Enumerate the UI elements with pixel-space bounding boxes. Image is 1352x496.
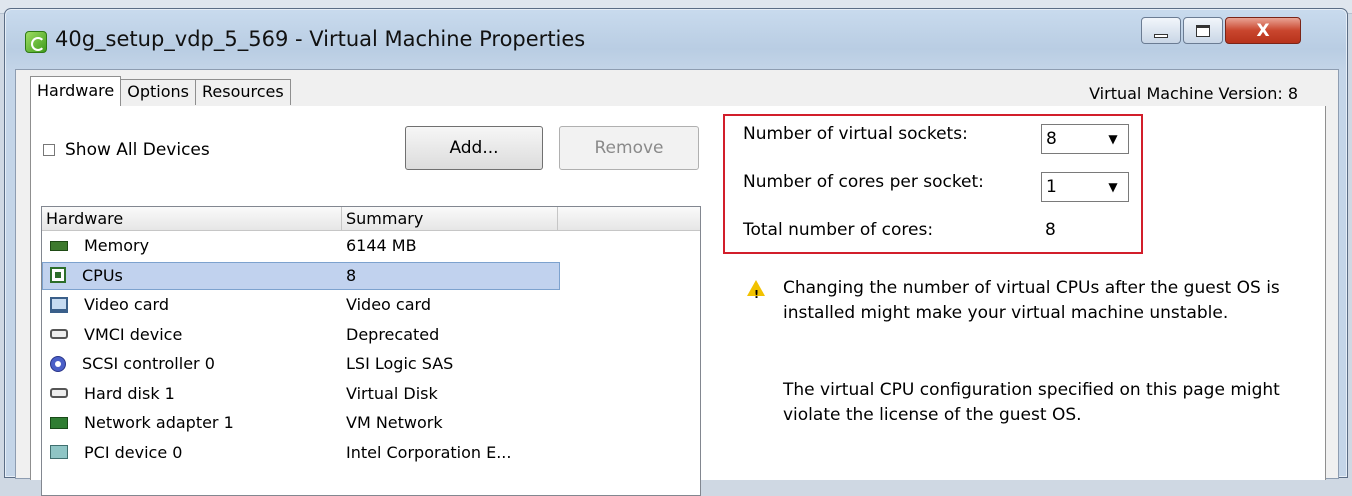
dropdown-arrow-icon[interactable]: ▼ (1100, 127, 1126, 151)
dialog-client: Hardware Options Resources Virtual Machi… (15, 69, 1339, 496)
hard-disk-icon (50, 388, 68, 399)
title-bar[interactable]: 40g_setup_vdp_5_569 - Virtual Machine Pr… (5, 9, 1347, 69)
hardware-name: CPUs (82, 265, 123, 285)
vmci-device-icon (50, 329, 68, 340)
hardware-row-memory[interactable]: Memory 6144 MB (42, 231, 700, 261)
license-note: The virtual CPU configuration specified … (783, 380, 1280, 425)
checkbox-box[interactable] (43, 144, 55, 156)
hardware-summary: 6144 MB (346, 236, 417, 256)
virtual-sockets-label: Number of virtual sockets: (743, 124, 968, 144)
hardware-tab-page: Show All Devices Add... Remove Hardware … (30, 106, 1326, 496)
hardware-row-hard-disk[interactable]: Hard disk 1 Virtual Disk (42, 379, 700, 409)
hardware-row-network-adapter[interactable]: Network adapter 1 VM Network (42, 408, 700, 438)
hardware-list-header: Hardware Summary (42, 207, 700, 231)
warning-icon (747, 280, 765, 307)
network-adapter-icon (50, 416, 68, 429)
add-button[interactable]: Add... (405, 126, 543, 170)
hardware-row-scsi-controller[interactable]: SCSI controller 0 LSI Logic SAS (42, 349, 700, 379)
memory-icon (50, 240, 68, 251)
column-header-empty (558, 207, 700, 230)
cores-per-socket-value: 1 (1046, 177, 1057, 197)
virtual-sockets-select[interactable]: 8 ▼ (1041, 124, 1129, 154)
close-icon: X (1256, 20, 1270, 41)
show-all-devices-label: Show All Devices (65, 140, 210, 160)
scsi-controller-icon (50, 355, 66, 372)
hardware-summary: Virtual Disk (346, 383, 438, 403)
hardware-name: PCI device 0 (84, 442, 183, 462)
column-header-hardware[interactable]: Hardware (42, 207, 342, 230)
close-button[interactable]: X (1225, 17, 1301, 44)
cpu-icon (50, 267, 66, 284)
hardware-summary: Deprecated (346, 324, 440, 344)
vm-app-icon (25, 31, 47, 53)
minimize-button[interactable] (1141, 17, 1181, 44)
cores-per-socket-select[interactable]: 1 ▼ (1041, 172, 1129, 202)
remove-button[interactable]: Remove (559, 126, 699, 170)
hardware-summary: 8 (346, 265, 357, 285)
hardware-name: SCSI controller 0 (82, 354, 215, 374)
virtual-sockets-value: 8 (1046, 129, 1057, 149)
hardware-name: VMCI device (84, 324, 183, 344)
tab-hardware[interactable]: Hardware (30, 76, 122, 106)
hardware-row-pci-device[interactable]: PCI device 0 Intel Corporation E... (42, 438, 700, 468)
show-all-devices-checkbox[interactable]: Show All Devices (43, 140, 210, 160)
pci-device-icon (50, 445, 68, 460)
cores-per-socket-label: Number of cores per socket: (743, 172, 984, 192)
hardware-row-vmci-device[interactable]: VMCI device Deprecated (42, 320, 700, 350)
tab-options[interactable]: Options (120, 79, 196, 105)
video-card-icon (50, 296, 68, 313)
hardware-summary: Intel Corporation E... (346, 442, 512, 462)
minimize-icon (1154, 33, 1168, 38)
total-cores-label: Total number of cores: (743, 220, 934, 240)
dropdown-arrow-icon[interactable]: ▼ (1100, 175, 1126, 199)
hardware-summary: LSI Logic SAS (346, 354, 454, 374)
hardware-name: Network adapter 1 (84, 413, 234, 433)
tab-resources[interactable]: Resources (194, 79, 291, 105)
maximize-button[interactable] (1183, 17, 1223, 44)
hardware-summary: Video card (346, 295, 431, 315)
maximize-icon (1196, 24, 1210, 37)
column-header-summary[interactable]: Summary (342, 207, 558, 230)
vm-version-label: Virtual Machine Version: 8 (1089, 84, 1298, 103)
hardware-name: Hard disk 1 (84, 383, 175, 403)
tab-strip: Hardware Options Resources (30, 75, 291, 106)
hardware-row-video-card[interactable]: Video card Video card (42, 290, 700, 320)
hardware-list[interactable]: Hardware Summary Memory 6144 MB CPUs 8 V… (41, 206, 701, 496)
hardware-name: Memory (84, 236, 150, 256)
cpu-config-highlight-box: Number of virtual sockets: 8 ▼ Number of… (723, 114, 1143, 254)
hardware-name: Video card (84, 295, 169, 315)
hardware-summary: VM Network (346, 413, 443, 433)
warning-text: Changing the number of virtual CPUs afte… (783, 278, 1280, 323)
total-cores-value: 8 (1045, 220, 1056, 240)
window-title: 40g_setup_vdp_5_569 - Virtual Machine Pr… (55, 27, 586, 51)
vm-properties-window: 40g_setup_vdp_5_569 - Virtual Machine Pr… (4, 8, 1348, 496)
hardware-row-cpus[interactable]: CPUs 8 (42, 261, 700, 291)
